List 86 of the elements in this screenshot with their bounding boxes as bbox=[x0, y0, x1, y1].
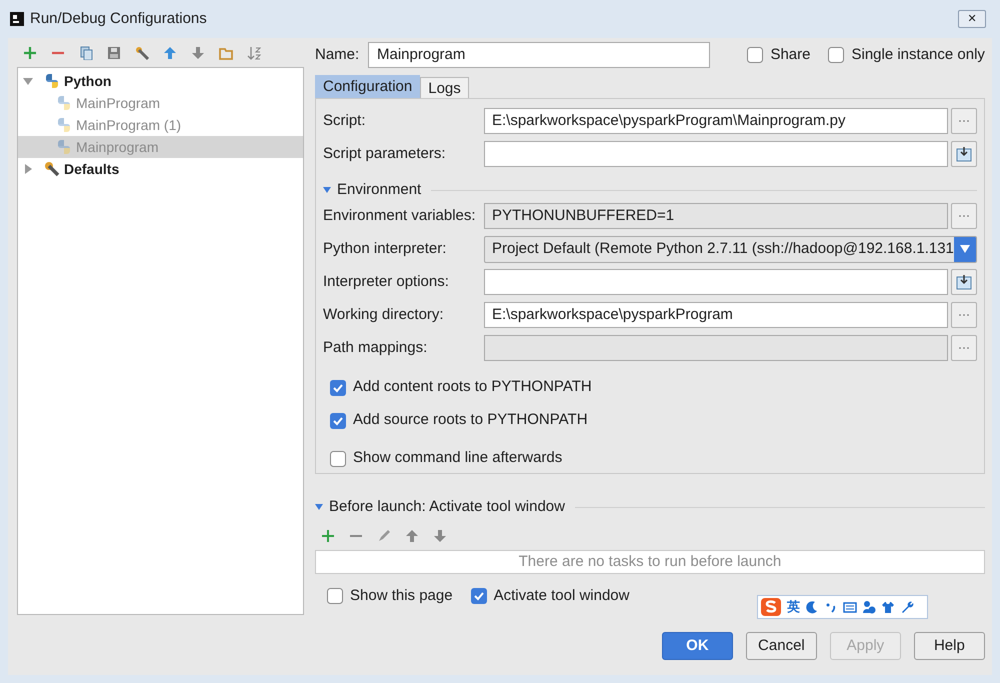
checkbox-label: Single instance only bbox=[851, 44, 985, 65]
field-label: Python interpreter: bbox=[323, 238, 448, 259]
checkbox[interactable] bbox=[747, 47, 764, 63]
task-list: There are no tasks to run before launch bbox=[315, 550, 985, 574]
checkbox[interactable] bbox=[330, 380, 346, 396]
checkbox[interactable] bbox=[330, 450, 346, 466]
ok-button[interactable]: OK bbox=[662, 632, 733, 660]
pencil-icon[interactable] bbox=[377, 529, 391, 543]
python-icon bbox=[56, 117, 72, 133]
python-icon bbox=[56, 95, 72, 111]
section-title: Environment bbox=[337, 180, 422, 200]
field-label: Working directory: bbox=[323, 304, 445, 325]
dialog-button[interactable]: Cancel bbox=[746, 632, 817, 660]
expand-icon[interactable] bbox=[22, 163, 34, 175]
checkbox-label: Show this page bbox=[350, 586, 453, 606]
wrench-icon bbox=[44, 161, 60, 177]
expand-button[interactable] bbox=[950, 141, 977, 167]
tree-item[interactable]: Python bbox=[18, 70, 303, 92]
python-icon bbox=[56, 139, 72, 155]
input-field[interactable] bbox=[484, 141, 948, 167]
dialog-button[interactable]: Help bbox=[914, 632, 985, 660]
tree-item[interactable]: Defaults bbox=[18, 158, 303, 180]
field-label: Interpreter options: bbox=[323, 272, 450, 292]
wrench-icon[interactable] bbox=[135, 46, 149, 60]
name-label: Name: bbox=[315, 44, 360, 65]
checkbox-label: Add content roots to PYTHONPATH bbox=[353, 377, 592, 398]
copy-icon[interactable] bbox=[79, 46, 93, 60]
sort-icon[interactable] bbox=[247, 46, 261, 60]
browse-button[interactable] bbox=[950, 335, 977, 361]
shirt-icon[interactable] bbox=[881, 600, 895, 614]
field-label: Script parameters: bbox=[323, 144, 447, 164]
app-icon bbox=[10, 12, 24, 26]
checkbox-label: Show command line afterwards bbox=[353, 448, 562, 468]
expand-field-icon bbox=[956, 274, 972, 290]
collapse-icon[interactable] bbox=[315, 503, 323, 511]
tab[interactable]: Logs bbox=[420, 77, 469, 98]
collapse-icon[interactable] bbox=[22, 75, 34, 87]
ellipsis-icon bbox=[958, 119, 969, 123]
field-label: Environment variables: bbox=[323, 206, 477, 226]
ellipsis-icon bbox=[958, 346, 969, 350]
wrench-icon[interactable] bbox=[900, 600, 914, 614]
field-label: Path mappings: bbox=[323, 338, 428, 358]
checkbox[interactable] bbox=[330, 412, 346, 428]
name-field[interactable]: Mainprogram bbox=[368, 42, 710, 68]
up-arrow-icon[interactable] bbox=[163, 46, 177, 60]
window-title: Run/Debug Configurations bbox=[30, 8, 207, 29]
checkbox-label: Add source roots to PYTHONPATH bbox=[353, 410, 588, 430]
checkbox[interactable] bbox=[470, 588, 487, 604]
checkbox-label: Activate tool window bbox=[494, 586, 630, 606]
caret-icon bbox=[960, 245, 970, 253]
folder-icon[interactable] bbox=[219, 46, 233, 60]
python-icon bbox=[44, 73, 60, 89]
up-arrow-icon[interactable] bbox=[405, 529, 419, 543]
input-mode-label: 英 bbox=[787, 598, 800, 616]
input-field[interactable]: E:\sparkworkspace\pysparkProgram\Mainprogram.py bbox=[484, 108, 948, 134]
input-field[interactable]: PYTHONUNBUFFERED=1 bbox=[484, 203, 948, 229]
checkbox[interactable] bbox=[828, 47, 844, 63]
down-arrow-icon[interactable] bbox=[191, 46, 205, 60]
down-arrow-icon[interactable] bbox=[433, 529, 447, 543]
dropdown-value: Project Default (Remote Python 2.7.11 (ssh://hadoop@192.168.1.131 bbox=[492, 238, 954, 259]
ellipsis-icon bbox=[958, 214, 969, 218]
add-icon[interactable] bbox=[321, 529, 335, 543]
checkbox-label: Share bbox=[770, 44, 810, 65]
collapse-icon[interactable] bbox=[323, 186, 331, 194]
tab[interactable]: Configuration bbox=[315, 75, 420, 98]
field-label: Script: bbox=[323, 110, 367, 131]
ellipsis-icon bbox=[958, 313, 969, 317]
dropdown[interactable]: Project Default (Remote Python 2.7.11 (ssh://hadoop@192.168.1.131 bbox=[484, 236, 977, 262]
input-field[interactable] bbox=[484, 269, 948, 295]
browse-button[interactable] bbox=[950, 203, 977, 229]
checkbox[interactable] bbox=[327, 588, 343, 604]
expand-button[interactable] bbox=[950, 269, 977, 295]
browse-button[interactable] bbox=[950, 108, 977, 134]
expand-field-icon bbox=[956, 146, 972, 162]
sogou-logo-icon bbox=[760, 597, 782, 617]
input-field[interactable]: E:\sparkworkspace\pysparkProgram bbox=[484, 302, 948, 328]
add-icon[interactable] bbox=[23, 46, 37, 60]
input-field[interactable] bbox=[484, 335, 948, 361]
moon-icon[interactable] bbox=[805, 600, 819, 614]
user-icon[interactable] bbox=[862, 600, 876, 614]
save-icon[interactable] bbox=[107, 46, 121, 60]
ime-toolbar[interactable]: 英 bbox=[757, 595, 928, 619]
close-button[interactable]: ✕ bbox=[958, 10, 986, 28]
keyboard-icon[interactable] bbox=[843, 600, 857, 614]
browse-button[interactable] bbox=[950, 302, 977, 328]
section-title: Before launch: Activate tool window bbox=[329, 496, 565, 517]
